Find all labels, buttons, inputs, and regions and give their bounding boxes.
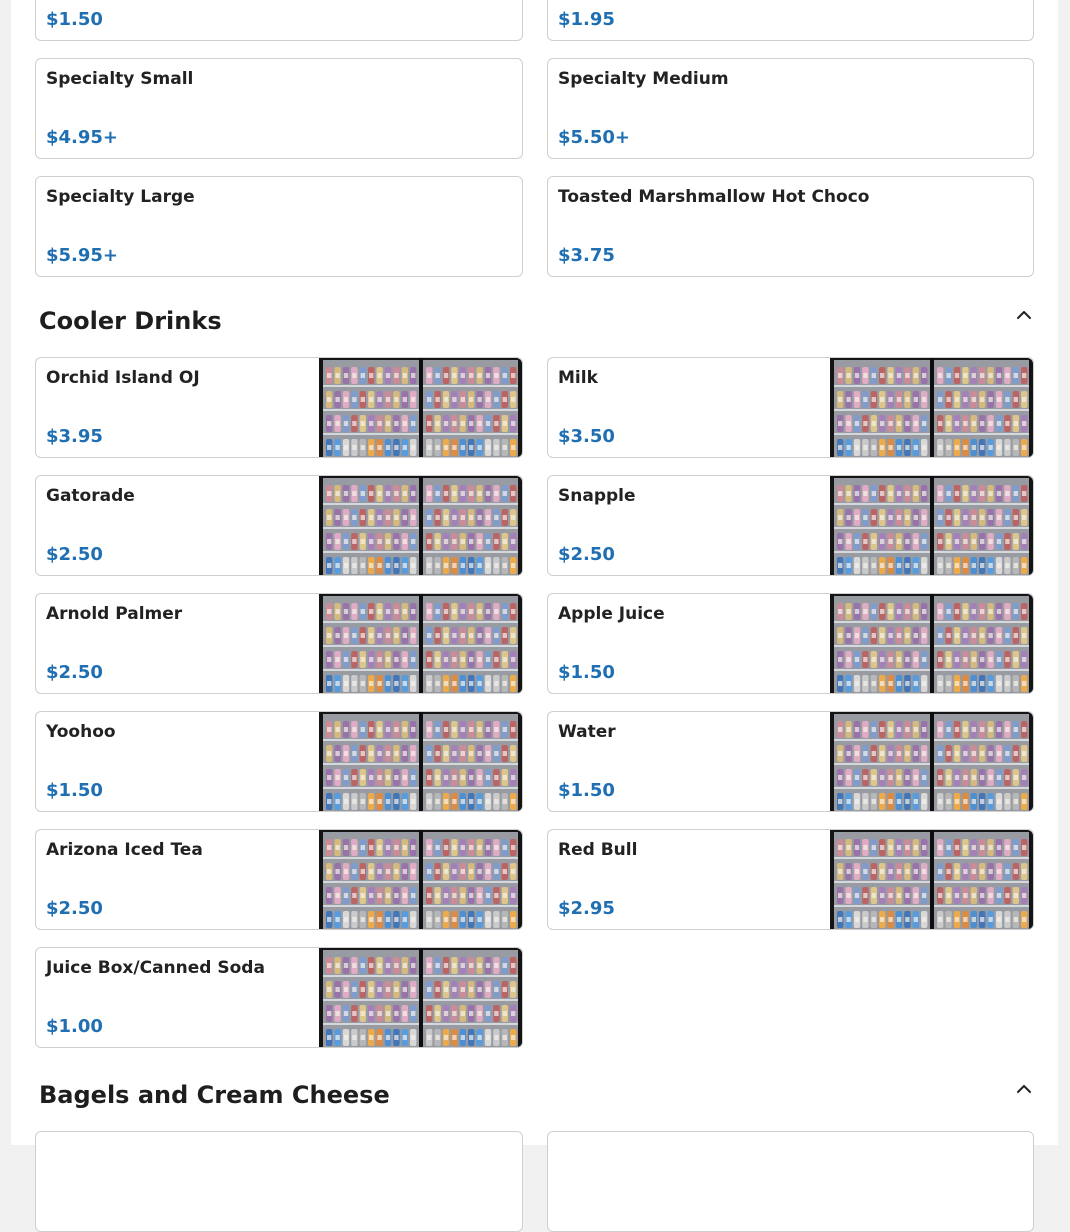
menu-item-price: $3.95 (46, 426, 103, 447)
menu-item-name: Yoohoo (46, 722, 116, 742)
menu-item-image (319, 830, 522, 929)
chevron-up-icon[interactable] (1014, 1079, 1034, 1099)
menu-item-price: $1.95 (558, 9, 615, 30)
menu-item-card[interactable]: Specialty Large $5.95+ (35, 176, 523, 277)
menu-item-price: $1.50 (46, 780, 103, 801)
menu-item-card[interactable]: Arnold Palmer $2.50 (35, 593, 523, 694)
drink-cooler-photo (319, 830, 522, 929)
menu-item-card[interactable]: $1.95 (547, 0, 1034, 41)
menu-item-image (319, 476, 522, 575)
menu-item-price: $2.50 (558, 544, 615, 565)
cooler-drinks-grid: Orchid Island OJ $3.95 Milk $3.50 Gatorade $2… (35, 357, 1034, 1048)
drink-cooler-photo (319, 358, 522, 457)
menu-item-card[interactable]: Toasted Marshmallow Hot Choco $3.75 (547, 176, 1034, 277)
menu-item-card[interactable]: Water $1.50 (547, 711, 1034, 812)
menu-item-price: $1.00 (46, 1016, 103, 1037)
menu-item-price: $3.75 (558, 245, 615, 266)
menu-item-price: $1.50 (558, 780, 615, 801)
menu-item-price: $1.50 (46, 9, 103, 30)
drink-cooler-photo (319, 476, 522, 575)
drink-cooler-photo (830, 712, 1033, 811)
menu-item-name: Milk (558, 368, 598, 388)
specialty-items-grid: $1.50 $1.95 Specialty Small $4.95+ Speci… (35, 0, 1034, 277)
drink-cooler-photo (319, 712, 522, 811)
menu-item-name: Gatorade (46, 486, 135, 506)
menu-item-image (830, 830, 1033, 929)
menu-item-name: Toasted Marshmallow Hot Choco (558, 187, 870, 207)
menu-item-name: Orchid Island OJ (46, 368, 200, 388)
menu-item-image (319, 948, 522, 1047)
menu-item-card[interactable]: Snapple $2.50 (547, 475, 1034, 576)
menu-item-price: $5.95+ (46, 245, 119, 266)
drink-cooler-photo (830, 358, 1033, 457)
menu-item-card[interactable]: Specialty Small $4.95+ (35, 58, 523, 159)
drink-cooler-photo (319, 594, 522, 693)
menu-item-price: $3.50 (558, 426, 615, 447)
menu-item-price: $2.50 (46, 662, 103, 683)
menu-item-card[interactable] (35, 1131, 523, 1232)
menu-item-image (830, 358, 1033, 457)
section-title-cooler-drinks: Cooler Drinks (39, 307, 222, 335)
drink-cooler-photo (830, 830, 1033, 929)
menu-item-card[interactable]: Milk $3.50 (547, 357, 1034, 458)
menu-item-card[interactable]: $1.50 (35, 0, 523, 41)
menu-item-name: Apple Juice (558, 604, 665, 624)
menu-item-card[interactable] (547, 1131, 1034, 1232)
menu-item-name: Snapple (558, 486, 636, 506)
menu-item-card[interactable]: Arizona Iced Tea $2.50 (35, 829, 523, 930)
menu-item-price: $1.50 (558, 662, 615, 683)
menu-item-name: Specialty Large (46, 187, 195, 207)
menu-item-price: $5.50+ (558, 127, 631, 148)
menu-item-name: Specialty Medium (558, 69, 729, 89)
menu-item-name: Arnold Palmer (46, 604, 183, 624)
chevron-up-icon[interactable] (1014, 305, 1034, 325)
menu-item-image (830, 476, 1033, 575)
menu-item-image (830, 594, 1033, 693)
menu-item-price: $2.95 (558, 898, 615, 919)
menu-item-card[interactable]: Specialty Medium $5.50+ (547, 58, 1034, 159)
menu-item-name: Arizona Iced Tea (46, 840, 203, 860)
menu-item-name: Specialty Small (46, 69, 194, 89)
menu-item-card[interactable]: Juice Box/Canned Soda $1.00 (35, 947, 523, 1048)
menu-item-card[interactable]: Red Bull $2.95 (547, 829, 1034, 930)
drink-cooler-photo (319, 948, 522, 1047)
menu-item-card[interactable]: Gatorade $2.50 (35, 475, 523, 576)
menu-item-price: $4.95+ (46, 127, 119, 148)
drink-cooler-photo (830, 476, 1033, 575)
menu-item-name: Juice Box/Canned Soda (46, 958, 265, 978)
menu-item-name: Water (558, 722, 616, 742)
menu-item-card[interactable]: Apple Juice $1.50 (547, 593, 1034, 694)
menu-item-image (319, 594, 522, 693)
drink-cooler-photo (830, 594, 1033, 693)
menu-item-name: Red Bull (558, 840, 638, 860)
section-title-bagels: Bagels and Cream Cheese (39, 1081, 390, 1109)
menu-item-price: $2.50 (46, 544, 103, 565)
bagels-grid (35, 1131, 1034, 1232)
menu-item-card[interactable]: Yoohoo $1.50 (35, 711, 523, 812)
menu-item-image (319, 712, 522, 811)
menu-page: $1.50 $1.95 Specialty Small $4.95+ Speci… (11, 0, 1058, 1232)
menu-item-image (830, 712, 1033, 811)
menu-item-card[interactable]: Orchid Island OJ $3.95 (35, 357, 523, 458)
menu-item-image (319, 358, 522, 457)
menu-item-price: $2.50 (46, 898, 103, 919)
